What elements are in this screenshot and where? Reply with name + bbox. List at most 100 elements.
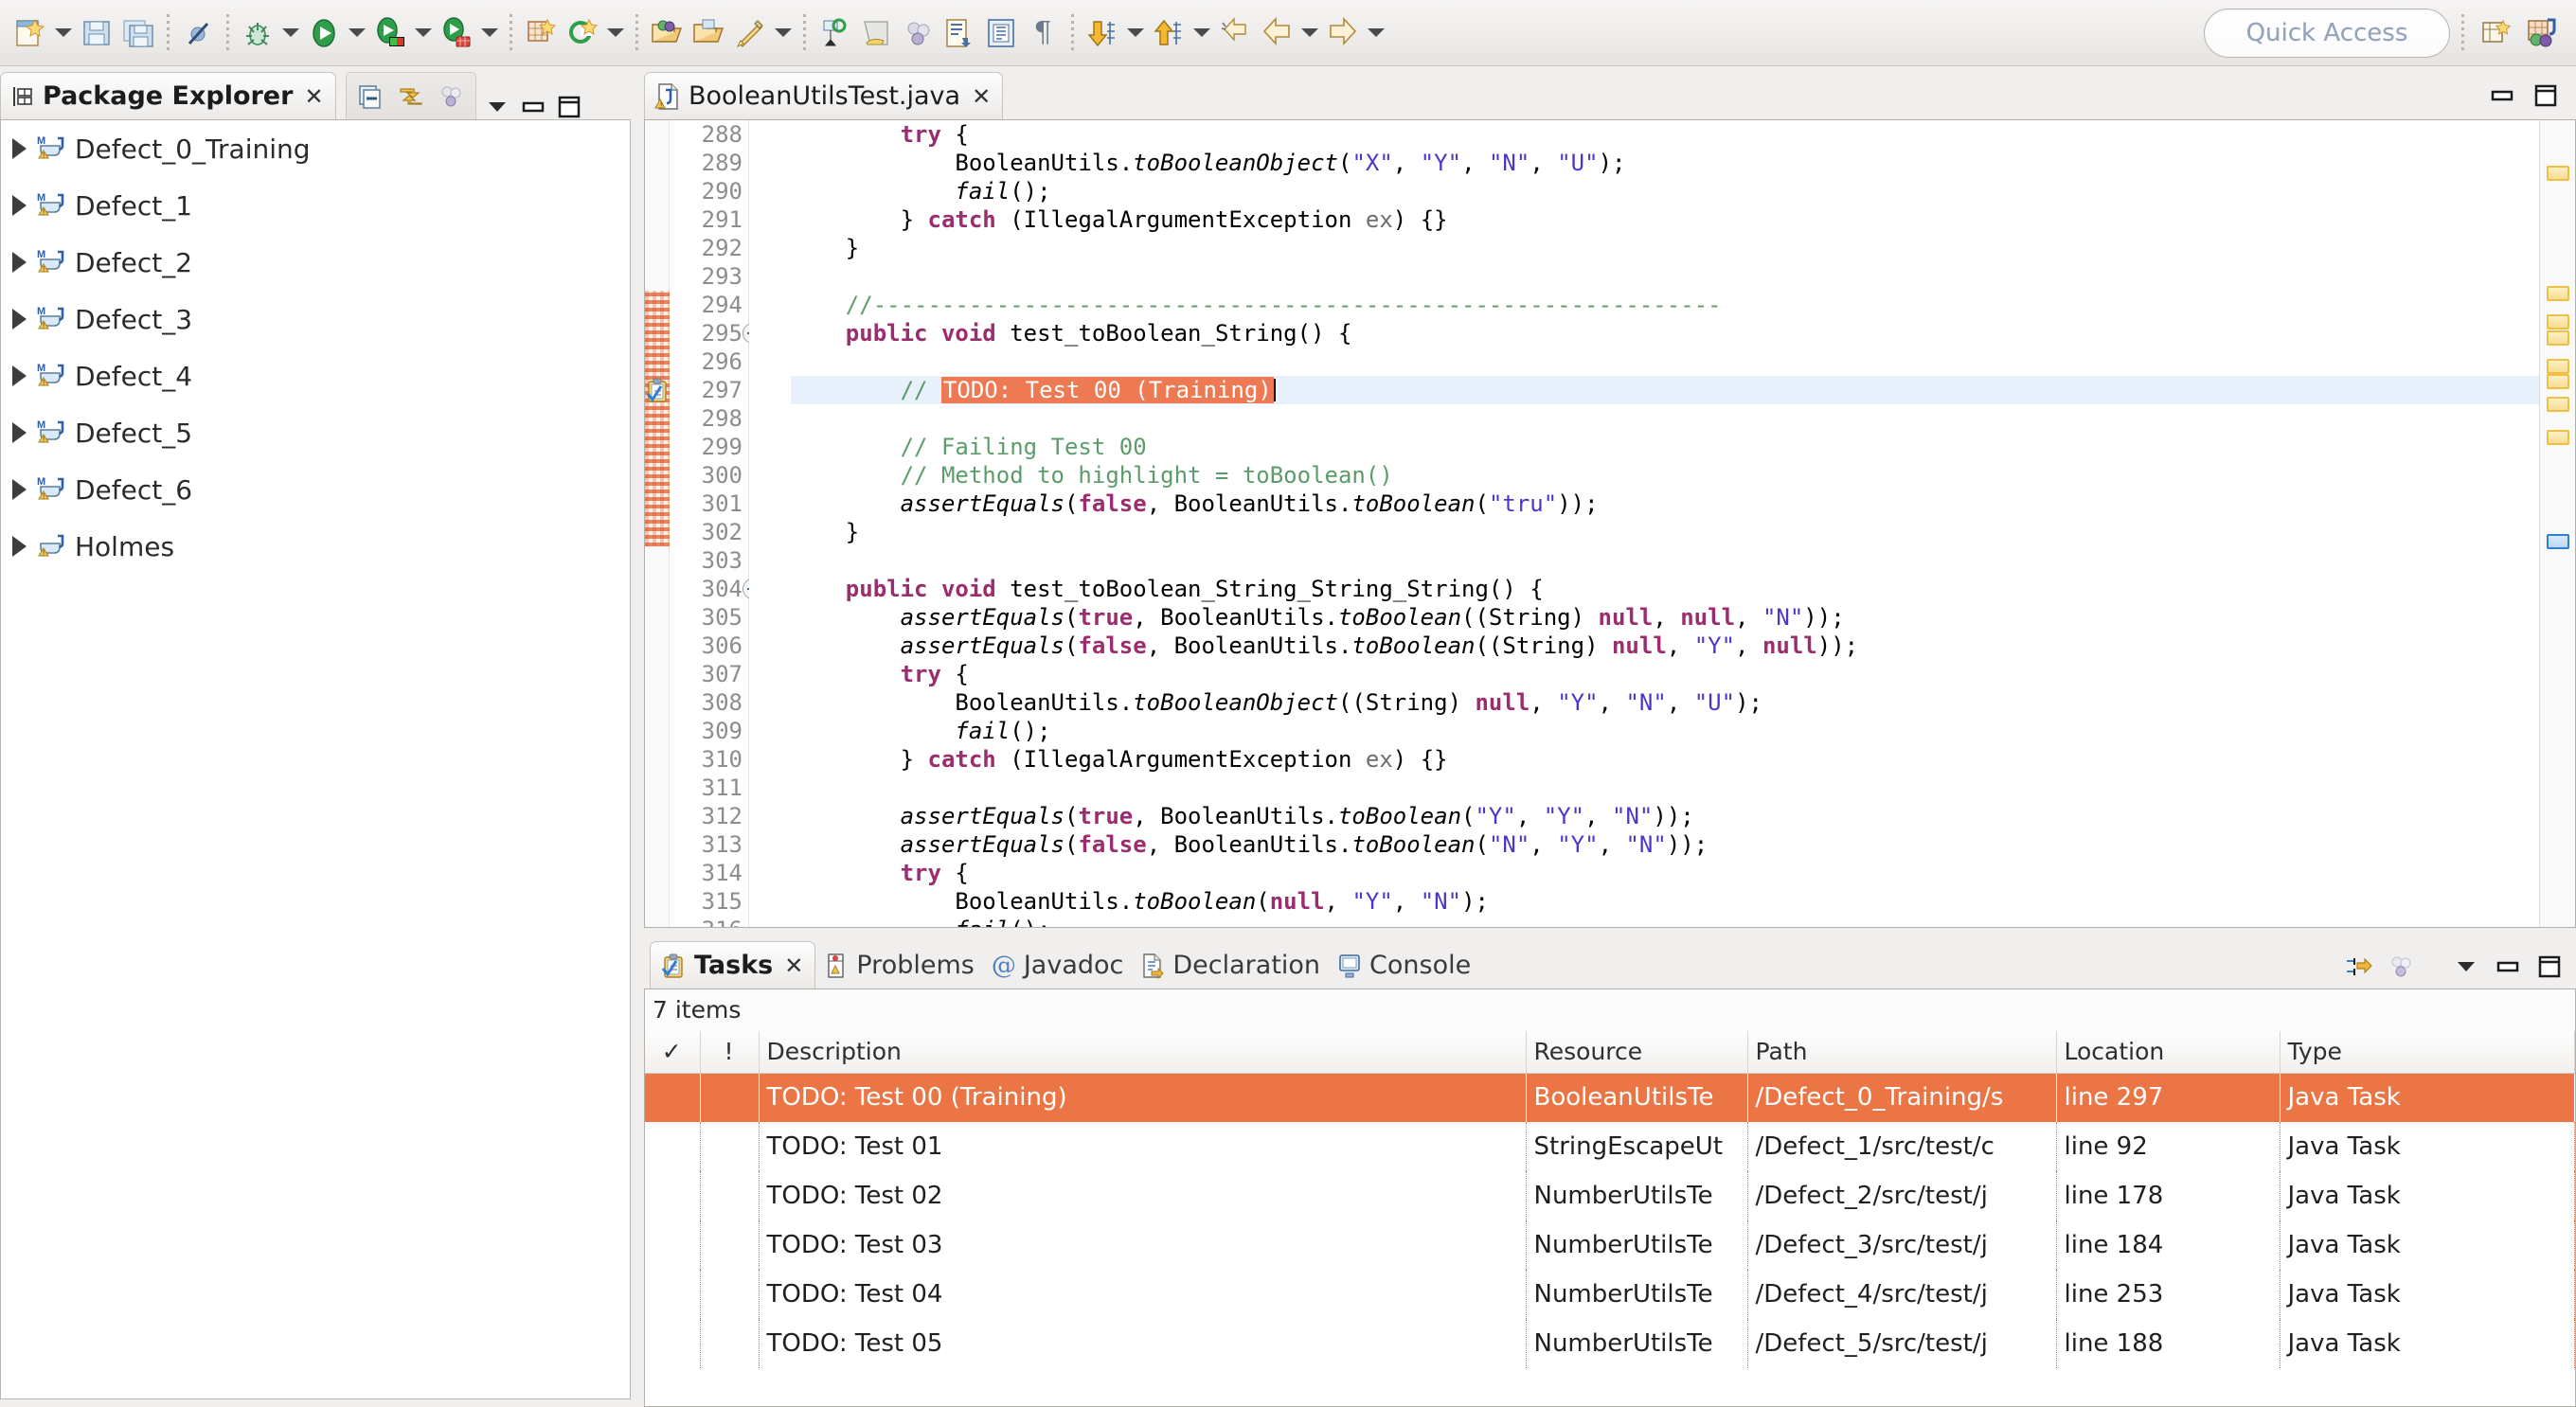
- minimize-icon[interactable]: [2489, 85, 2515, 106]
- table-row[interactable]: TODO: Test 00 (Training)BooleanUtilsTe/D…: [645, 1073, 2575, 1122]
- tab-package-explorer[interactable]: Package Explorer ✕: [0, 72, 336, 119]
- tree-item-defect_5[interactable]: M ! Defect_5: [1, 404, 630, 461]
- code-line[interactable]: [791, 404, 2539, 433]
- tab-booleanutilstest-java[interactable]: ! BooleanUtilsTest.java ✕: [644, 72, 1003, 119]
- view-menu-icon[interactable]: [2453, 956, 2479, 977]
- new-wizard-dropdown-arrow[interactable]: [51, 10, 76, 56]
- expand-arrow-icon[interactable]: [7, 422, 31, 443]
- run-coverage-dropdown-arrow[interactable]: [411, 10, 436, 56]
- overview-task-marker[interactable]: [2547, 286, 2569, 301]
- code-line[interactable]: } catch (IllegalArgumentException ex) {}: [791, 745, 2539, 774]
- code-line[interactable]: [791, 262, 2539, 291]
- toggle-block-selection-icon[interactable]: [855, 10, 897, 56]
- expand-arrow-icon[interactable]: [7, 309, 31, 329]
- code-line[interactable]: try {: [791, 859, 2539, 887]
- code-line[interactable]: fail();: [791, 916, 2539, 927]
- code-line[interactable]: // TODO: Test 00 (Training): [791, 376, 2539, 404]
- close-icon[interactable]: ✕: [972, 83, 991, 110]
- code-line[interactable]: public void test_toBoolean_String_String…: [791, 575, 2539, 603]
- tab-declaration[interactable]: Declaration: [1132, 941, 1329, 988]
- minimize-icon[interactable]: [2495, 956, 2521, 977]
- column-header-bang[interactable]: !: [700, 1031, 759, 1073]
- tree-item-defect_3[interactable]: M ! Defect_3: [1, 291, 630, 347]
- tab-problems[interactable]: Problems: [815, 941, 982, 988]
- minimize-icon[interactable]: [520, 97, 546, 117]
- code-line[interactable]: assertEquals(false, BooleanUtils.toBoole…: [791, 490, 2539, 518]
- link-with-editor-icon[interactable]: [392, 76, 430, 117]
- toggle-pretty-print-icon[interactable]: [980, 10, 1022, 56]
- collapse-all-icon[interactable]: [352, 76, 390, 117]
- open-perspective-icon[interactable]: [2476, 10, 2517, 56]
- close-icon[interactable]: ✕: [784, 953, 803, 979]
- back-icon[interactable]: [1256, 10, 1297, 56]
- code-line[interactable]: [791, 546, 2539, 575]
- expand-arrow-icon[interactable]: [7, 195, 31, 216]
- new-wizard-icon[interactable]: [9, 10, 51, 56]
- table-row[interactable]: TODO: Test 05NumberUtilsTe/Defect_5/src/…: [645, 1319, 2575, 1368]
- forward-icon[interactable]: [1322, 10, 1364, 56]
- code-line[interactable]: // Failing Test 00: [791, 433, 2539, 461]
- column-header-location[interactable]: Location: [2056, 1031, 2280, 1073]
- code-line[interactable]: fail();: [791, 177, 2539, 205]
- pilcrow-icon[interactable]: ¶: [1022, 10, 1064, 56]
- column-header-check[interactable]: ✓: [645, 1031, 700, 1073]
- skip-all-breakpoints-icon[interactable]: [177, 10, 219, 56]
- forward-dropdown-arrow[interactable]: [1364, 10, 1388, 56]
- code-line[interactable]: assertEquals(true, BooleanUtils.toBoolea…: [791, 603, 2539, 632]
- tree-item-defect_1[interactable]: M ! Defect_1: [1, 177, 630, 234]
- new-java-class-icon[interactable]: [562, 10, 603, 56]
- overview-task-marker[interactable]: [2547, 166, 2569, 181]
- tab-console[interactable]: Console: [1329, 941, 1479, 988]
- tasks-table[interactable]: ✓!DescriptionResourcePathLocationType TO…: [645, 1031, 2575, 1368]
- overview-task-marker[interactable]: [2547, 397, 2569, 412]
- column-header-type[interactable]: Type: [2280, 1031, 2575, 1073]
- expand-arrow-icon[interactable]: [7, 479, 31, 500]
- open-task-dropdown-arrow[interactable]: [771, 10, 796, 56]
- editor-body[interactable]: 2882892902912922932942952962972982993003…: [644, 119, 2576, 928]
- code-line[interactable]: }: [791, 234, 2539, 262]
- code-line[interactable]: assertEquals(false, BooleanUtils.toBoole…: [791, 632, 2539, 660]
- code-line[interactable]: BooleanUtils.toBooleanObject((String) nu…: [791, 688, 2539, 717]
- toggle-mark-occurrences-icon[interactable]: [814, 10, 855, 56]
- external-tools-dropdown-arrow[interactable]: [477, 10, 502, 56]
- external-tools-icon[interactable]: [436, 10, 477, 56]
- expand-arrow-icon[interactable]: [7, 536, 31, 557]
- code-line[interactable]: // Method to highlight = toBoolean(): [791, 461, 2539, 490]
- code-line[interactable]: assertEquals(true, BooleanUtils.toBoolea…: [791, 802, 2539, 830]
- code-line[interactable]: } catch (IllegalArgumentException ex) {}: [791, 205, 2539, 234]
- close-icon[interactable]: ✕: [304, 83, 323, 110]
- open-task-icon[interactable]: [729, 10, 771, 56]
- debug-dropdown-arrow[interactable]: [278, 10, 303, 56]
- code-line[interactable]: try {: [791, 120, 2539, 149]
- save-icon[interactable]: [76, 10, 117, 56]
- maximize-icon[interactable]: [556, 95, 582, 119]
- code-line[interactable]: try {: [791, 660, 2539, 688]
- code-line[interactable]: BooleanUtils.toBooleanObject("X", "Y", "…: [791, 149, 2539, 177]
- tree-item-defect_2[interactable]: M ! Defect_2: [1, 234, 630, 291]
- show-whitespace-icon[interactable]: [897, 10, 939, 56]
- code-line[interactable]: fail();: [791, 717, 2539, 745]
- tree-item-holmes[interactable]: ! Holmes: [1, 518, 630, 575]
- column-header-resource[interactable]: Resource: [1526, 1031, 1747, 1073]
- java-perspective-icon[interactable]: [2521, 10, 2563, 56]
- new-java-package-icon[interactable]: [520, 10, 562, 56]
- last-edit-location-icon[interactable]: [1214, 10, 1256, 56]
- column-header-description[interactable]: Description: [759, 1031, 1526, 1073]
- overview-task-marker[interactable]: [2547, 314, 2569, 329]
- editor-folding-column[interactable]: [749, 120, 774, 927]
- previous-annotation-icon[interactable]: [1148, 10, 1190, 56]
- tab-tasks[interactable]: Tasks ✕: [650, 941, 815, 988]
- debug-icon[interactable]: [237, 10, 278, 56]
- save-all-icon[interactable]: [117, 10, 159, 56]
- overview-task-marker[interactable]: [2547, 430, 2569, 445]
- run-coverage-icon[interactable]: [369, 10, 411, 56]
- table-row[interactable]: TODO: Test 02NumberUtilsTe/Defect_2/src/…: [645, 1171, 2575, 1220]
- overview-bookmark-marker[interactable]: [2547, 534, 2569, 549]
- code-line[interactable]: //--------------------------------------…: [791, 291, 2539, 319]
- tree-item-defect_4[interactable]: M ! Defect_4: [1, 347, 630, 404]
- table-row[interactable]: TODO: Test 04NumberUtilsTe/Defect_4/src/…: [645, 1270, 2575, 1319]
- run-dropdown-arrow[interactable]: [345, 10, 369, 56]
- overview-task-marker[interactable]: [2547, 374, 2569, 389]
- editor-overview-ruler[interactable]: [2539, 120, 2575, 927]
- editor-annotation-ruler[interactable]: [645, 120, 670, 927]
